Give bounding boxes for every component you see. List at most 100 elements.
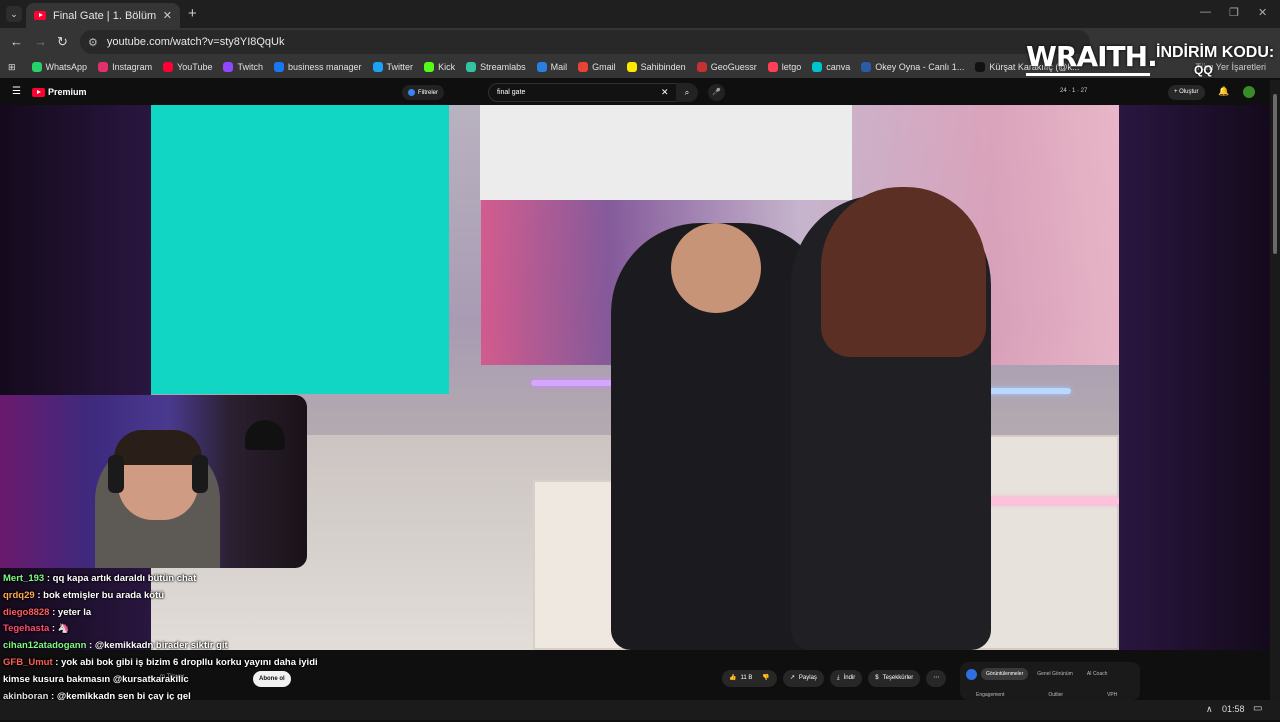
search-button[interactable]: ⌕ — [676, 83, 698, 102]
bookmark-label: WhatsApp — [45, 62, 88, 72]
filters-label: Filtreler — [418, 89, 439, 96]
download-button[interactable]: ⤓ İndir — [829, 670, 863, 687]
forward-icon[interactable]: → — [34, 34, 47, 49]
apps-icon[interactable]: ⊞ — [8, 62, 16, 73]
bookmark-7[interactable]: Streamlabs — [466, 62, 526, 72]
bookmark-13[interactable]: canva — [812, 62, 850, 72]
download-icon: ⤓ — [836, 675, 840, 681]
close-tab-icon[interactable]: ✕ — [163, 9, 172, 22]
headset-icon — [192, 455, 208, 493]
avatar[interactable] — [1243, 86, 1255, 98]
youtube-logo[interactable]: Premium — [32, 87, 87, 97]
more-button[interactable]: ⋯ — [926, 670, 947, 687]
streamer-hair — [114, 430, 202, 465]
close-window-icon[interactable]: ✕ — [1258, 6, 1267, 19]
chat-message: Mert_193 : qq kapa artık daraldı bütün c… — [3, 571, 333, 588]
minimize-icon[interactable]: — — [1200, 6, 1211, 18]
dislike-icon[interactable]: 👎 — [762, 670, 769, 687]
bookmark-2[interactable]: YouTube — [163, 62, 212, 72]
bookmark-6[interactable]: Kick — [424, 62, 455, 72]
chat-separator: : — [34, 589, 44, 601]
chat-username: GFB_Umut — [3, 656, 53, 668]
bookmark-label: Gmail — [592, 62, 616, 72]
chat-username: Mert_193 — [3, 573, 45, 584]
thanks-icon: $ — [875, 675, 879, 681]
bookmark-11[interactable]: GeoGuessr — [696, 62, 757, 72]
tab-search-button[interactable]: ⌄ — [6, 6, 22, 22]
os-taskbar: ∧ 01:58 ▭ — [0, 700, 1280, 720]
share-label: Paylaş — [798, 675, 817, 681]
bookmark-label: Instagram — [112, 62, 153, 72]
chat-separator: : — [49, 623, 58, 635]
premium-label: Premium — [48, 87, 87, 97]
create-button[interactable]: + Oluştur — [1168, 85, 1205, 100]
chat-username: qrdq29 — [3, 589, 35, 601]
bookmark-0[interactable]: WhatsApp — [31, 62, 88, 72]
bookmark-favicon-icon — [466, 62, 477, 72]
thanks-label: Teşekkürler — [882, 675, 914, 681]
bookmark-favicon-icon — [626, 62, 637, 72]
analytics-logo-icon — [966, 668, 977, 680]
video-actions: 👍 11 B 👎 ↗ Paylaş ⤓ İndir $ Teşekkürler ⋯ — [722, 670, 947, 687]
chat-text: @kemikkadn birader siktir git — [94, 640, 228, 652]
chat-text: yeter la — [57, 606, 92, 618]
teal-panel — [151, 105, 449, 394]
create-label: Oluştur — [1179, 89, 1199, 95]
search-input[interactable]: final gate ✕ — [488, 83, 678, 102]
analytics-tab[interactable]: Genel Görünüm — [1032, 668, 1078, 680]
chat-username: cihan12atadogann — [3, 640, 87, 652]
chat-username: Tegehasta — [3, 623, 50, 635]
new-tab-button[interactable]: + — [188, 5, 197, 22]
video-player[interactable] — [0, 105, 1270, 650]
share-button[interactable]: ↗ Paylaş — [782, 670, 824, 687]
restore-icon[interactable]: ❐ — [1229, 6, 1239, 19]
bookmark-label: Kick — [438, 62, 456, 72]
bookmark-favicon-icon — [372, 62, 383, 72]
notifications-icon[interactable]: 🔔 — [1218, 86, 1229, 97]
thanks-button[interactable]: $ Teşekkürler — [868, 670, 921, 687]
bookmark-favicon-icon — [163, 62, 174, 72]
clock: 01:58 — [1222, 704, 1245, 714]
bookmark-label: YouTube — [177, 62, 213, 72]
sponsor-overlay: WRAITH. İNDİRİM KODU: QQ — [1022, 38, 1274, 84]
bookmark-9[interactable]: Gmail — [578, 62, 616, 72]
page-scrollbar[interactable] — [1270, 80, 1280, 700]
scrollbar-thumb[interactable] — [1273, 94, 1277, 254]
bookmark-4[interactable]: business manager — [274, 62, 362, 72]
site-info-icon[interactable]: ⚙ — [88, 36, 98, 49]
bookmark-5[interactable]: Twitter — [372, 62, 414, 72]
notification-center-icon[interactable]: ▭ — [1253, 703, 1262, 714]
like-button[interactable]: 👍 11 B 👎 — [722, 670, 777, 687]
browser-tab[interactable]: Final Gate | 1. Bölüm Full İzle - ✕ — [26, 3, 180, 28]
bookmark-label: Mail — [550, 62, 568, 72]
mic-icon[interactable]: 🎤 — [708, 84, 725, 101]
headset-icon — [108, 455, 124, 493]
tray-chevron-icon[interactable]: ∧ — [1206, 704, 1213, 715]
bookmark-8[interactable]: Mail — [536, 62, 568, 72]
analytics-column-header: Outlier — [1048, 692, 1064, 698]
like-icon: 👍 — [729, 675, 737, 681]
neon-light — [981, 388, 1071, 394]
back-icon[interactable]: ← — [10, 34, 23, 49]
bookmark-label: Twitter — [386, 62, 414, 72]
bookmark-10[interactable]: Sahibinden — [626, 62, 686, 72]
chat-separator: : — [44, 573, 53, 584]
analytics-tab[interactable]: AI Coach — [1082, 668, 1113, 680]
chat-message: cihan12atadogann : @kemikkadn birader si… — [3, 638, 333, 655]
reload-icon[interactable]: ↻ — [57, 34, 68, 50]
person-hair — [821, 187, 986, 357]
menu-icon[interactable]: ☰ — [12, 86, 21, 97]
bookmark-favicon-icon — [975, 62, 986, 72]
bookmark-12[interactable]: letgo — [767, 62, 801, 72]
clear-search-icon[interactable]: ✕ — [661, 84, 669, 101]
bookmark-favicon-icon — [274, 62, 284, 72]
analytics-tab[interactable]: Görüntülenmeler — [981, 668, 1029, 680]
chat-message: Tegehasta : 🦄 — [3, 621, 333, 638]
bookmark-1[interactable]: Instagram — [98, 62, 152, 72]
bookmark-3[interactable]: Twitch — [223, 62, 263, 72]
bookmark-label: Twitch — [237, 62, 263, 72]
bookmark-label: Okey Oyna - Canlı 1... — [875, 62, 965, 72]
address-bar[interactable]: ⚙ youtube.com/watch?v=sty8YI8QqUk — [80, 30, 1090, 54]
filters-button[interactable]: Filtreler — [402, 85, 445, 100]
bookmark-14[interactable]: Okey Oyna - Canlı 1... — [861, 62, 964, 72]
